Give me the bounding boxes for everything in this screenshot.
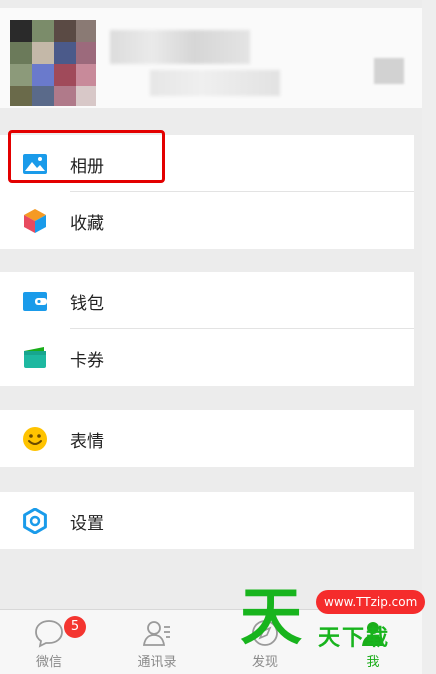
avatar[interactable] <box>10 20 96 106</box>
menu-item-label: 钱包 <box>70 294 104 314</box>
menu-item-label: 设置 <box>70 514 104 534</box>
tab-chats[interactable]: 5 微信 <box>6 610 92 674</box>
wechat-id-blurred <box>150 70 280 96</box>
profile-header[interactable] <box>0 8 422 108</box>
site-watermark: 天 www.TTzip.com 天下载 <box>240 580 426 670</box>
settings-gear-icon <box>23 508 47 534</box>
menu-group-4: 设置 <box>0 492 414 549</box>
annotation-highlight-box <box>8 130 165 183</box>
tab-label: 通讯录 <box>137 655 177 670</box>
menu-item-label: 收藏 <box>70 214 104 234</box>
menu-item-label: 卡券 <box>70 351 104 371</box>
watermark-logo-text: 天 <box>240 580 303 653</box>
unread-badge: 5 <box>64 616 86 638</box>
menu-item-wallet[interactable]: 钱包 <box>0 272 414 329</box>
qr-code-icon[interactable] <box>374 58 404 84</box>
tab-contacts[interactable]: 通讯录 <box>114 610 200 674</box>
menu-item-card-coupon[interactable]: 卡券 <box>0 329 414 386</box>
watermark-url: www.TTzip.com <box>316 590 426 614</box>
menu-group-2: 钱包 卡券 <box>0 272 414 386</box>
me-page: 相册 收藏 钱包 卡券 表情 设置 5 微信 通讯录 发现 我 天 www.TT… <box>0 0 426 674</box>
tab-label: 微信 <box>35 655 62 670</box>
emoji-smile-icon <box>23 427 47 451</box>
contacts-icon <box>142 621 170 646</box>
favorites-cube-icon <box>24 209 46 233</box>
menu-item-settings[interactable]: 设置 <box>0 492 414 549</box>
menu-group-3: 表情 <box>0 410 414 467</box>
menu-item-favorites[interactable]: 收藏 <box>0 192 414 249</box>
watermark-subtext: 天下载 <box>318 626 391 651</box>
wallet-icon <box>23 292 47 311</box>
menu-item-label: 表情 <box>70 432 104 452</box>
menu-item-stickers[interactable]: 表情 <box>0 410 414 467</box>
nickname-blurred <box>110 30 250 64</box>
chat-bubble-icon <box>35 620 63 648</box>
card-coupon-icon <box>24 347 46 368</box>
